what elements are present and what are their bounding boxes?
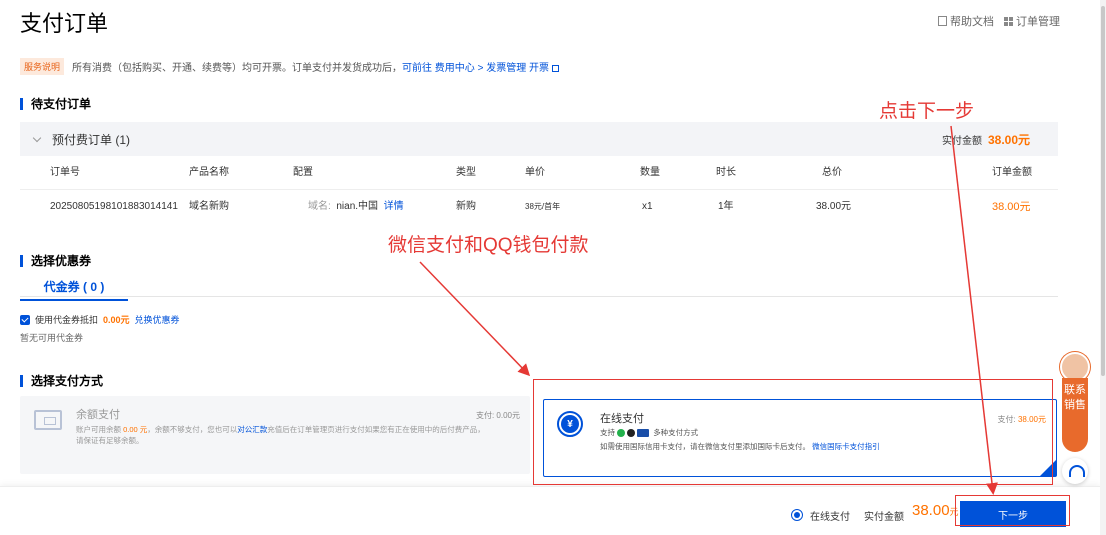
table-header-row: 订单号 产品名称 配置 类型 单价 数量 时长 总价 订单金额 (20, 156, 1058, 190)
document-icon (938, 16, 947, 26)
service-notice: 服务说明 所有消费（包括购买、开通、续费等）均可开票。订单支付并发货成功后，可前… (20, 58, 559, 75)
arrow-to-payment (419, 261, 531, 377)
scrollbar-thumb[interactable] (1101, 6, 1105, 376)
order-manage-link[interactable]: 订单管理 (1004, 13, 1060, 29)
voucher-deduct-checkbox[interactable] (20, 314, 30, 325)
footer-pay-label: 实付金额 (864, 512, 904, 523)
pending-order-group: 预付费订单 (1) 实付金额 38.00元 订单号 产品名称 配置 类型 单价 … (20, 122, 1058, 226)
bank-transfer-link[interactable]: 对公汇款 (237, 425, 267, 434)
cell-type: 新购 (456, 201, 476, 212)
footer-bar: 在线支付 实付金额 38.00元 下一步 (0, 486, 1100, 535)
annotation-pay-hint: 微信支付和QQ钱包付款 (388, 235, 589, 256)
voucher-deduct-label: 使用代金券抵扣 (35, 315, 99, 325)
order-pay-summary: 实付金额 38.00元 (941, 132, 1030, 147)
section-payment: 选择支付方式 (20, 375, 103, 387)
cell-total: 38.00元 (816, 201, 852, 212)
voucher-deduct-amount: 0.00元 (103, 315, 130, 325)
col-total: 总价 (822, 167, 842, 178)
page-title: 支付订单 (20, 11, 109, 36)
no-voucher-text: 暂无可用代金券 (20, 333, 84, 343)
annotation-box-next (955, 495, 1070, 526)
balance-pay-price: 支付: 0.00元 (475, 411, 520, 420)
col-order-no: 订单号 (50, 167, 80, 178)
grid-icon (1004, 16, 1013, 26)
cell-product: 域名新购 (189, 201, 229, 212)
col-unit-price: 单价 (525, 167, 545, 178)
help-doc-link[interactable]: 帮助文档 (938, 13, 994, 29)
annotation-next-hint: 点击下一步 (879, 101, 975, 122)
cell-duration: 1年 (718, 201, 734, 212)
order-group-header[interactable]: 预付费订单 (1) 实付金额 38.00元 (20, 122, 1058, 156)
section-pending-orders: 待支付订单 (20, 98, 91, 110)
footer-method: 在线支付 (810, 512, 850, 523)
top-links: 帮助文档 订单管理 (938, 13, 1060, 29)
col-order-amount: 订单金额 (992, 167, 1032, 178)
col-config: 配置 (293, 167, 313, 178)
cell-qty: x1 (642, 201, 653, 212)
col-product: 产品名称 (189, 167, 229, 178)
section-coupon: 选择优惠券 (20, 255, 91, 267)
table-row: 20250805198101883014141 域名新购 域名: nian.中国… (20, 190, 1058, 224)
notice-tag: 服务说明 (20, 58, 65, 75)
tab-divider (20, 296, 1058, 297)
voucher-deduct-row: 使用代金券抵扣 0.00元 兑换优惠券 (20, 313, 180, 326)
headset-icon[interactable] (1062, 458, 1088, 484)
col-type: 类型 (456, 167, 476, 178)
tab-voucher[interactable]: 代金券 ( 0 ) (20, 278, 128, 301)
external-link-icon[interactable] (551, 64, 559, 72)
exchange-coupon-link[interactable]: 兑换优惠券 (135, 313, 180, 326)
cell-config: 域名: nian.中国 详情 (308, 201, 404, 212)
contact-sales-widget[interactable]: 联系销售 (1060, 352, 1090, 492)
footer-pay-amount: 38.00元 (912, 502, 959, 519)
annotation-box-payment (533, 379, 1053, 485)
invoice-link[interactable]: 可前往 费用中心 > 发票管理 开票 (402, 63, 549, 74)
balance-pay-desc: 账户可用余额 0.00 元，余额不够支付，您也可以对公汇款充值后在订单管理页进行… (76, 425, 485, 445)
details-link[interactable]: 详情 (384, 201, 404, 212)
notice-text: 所有消费（包括购买、开通、续费等）均可开票。订单支付并发货成功后，可前往 费用中… (72, 59, 559, 74)
chevron-down-icon[interactable] (32, 133, 42, 142)
cell-unit-price: 38元/首年 (525, 202, 561, 211)
balance-pay-title: 余额支付 (76, 409, 120, 421)
cell-order-amount: 38.00元 (992, 201, 1031, 213)
online-pay-radio[interactable] (791, 509, 803, 521)
order-group-title: 预付费订单 (1) (52, 132, 131, 147)
balance-pay-option[interactable]: 余额支付 账户可用余额 0.00 元，余额不够支付，您也可以对公汇款充值后在订单… (20, 396, 530, 474)
col-duration: 时长 (716, 167, 736, 178)
order-pay-amount: 38.00元 (987, 132, 1030, 147)
cell-order-no: 20250805198101883014141 (50, 201, 178, 212)
col-qty: 数量 (640, 167, 660, 178)
wallet-icon (34, 410, 62, 430)
contact-sales-label[interactable]: 联系销售 (1062, 378, 1088, 452)
